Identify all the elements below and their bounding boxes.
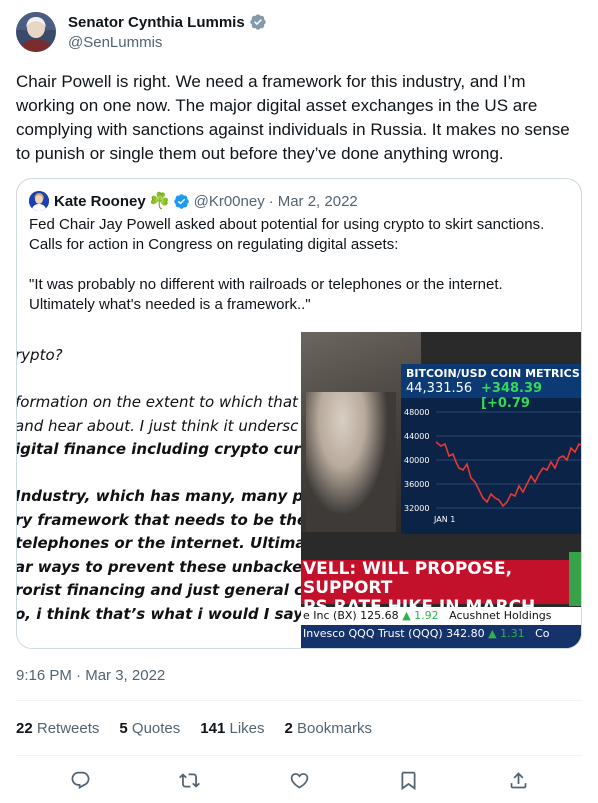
like-icon [290, 772, 308, 789]
transcript-line: rypto? [17, 346, 63, 364]
stock-ticker-top: e Inc (BX) 125.68 ▲ 1.92 Acushnet Holdin… [301, 607, 581, 625]
like-button[interactable] [281, 762, 317, 798]
bookmark-icon [401, 771, 416, 790]
quoted-tweet-card[interactable]: Kate Rooney ☘️ @Kr00ney · Mar 2, 2022 Fe… [16, 178, 582, 649]
quoted-text-paragraph: Fed Chair Jay Powell asked about potenti… [29, 216, 545, 253]
tweet-timestamp[interactable]: 9:16 PM · Mar 3, 2022 [16, 667, 165, 684]
action-bar [16, 762, 582, 798]
y-tick: 44000 [404, 432, 429, 441]
transcript-line: telephones or the internet. Ultimate [17, 534, 301, 552]
transcript-line: rorist financing and just general crim [17, 581, 301, 599]
quoted-display-name: Kate Rooney [54, 192, 146, 210]
transcript-line: ry framework that needs to be there. [17, 510, 301, 529]
bitcoin-chart-panel: BITCOIN/USD COIN METRICS 44,331.56 +348.… [401, 364, 581, 534]
chart-title: BITCOIN/USD COIN METRICS [406, 367, 580, 380]
y-tick: 48000 [404, 408, 429, 417]
quotes-stat[interactable]: 5 Quotes [119, 720, 180, 740]
quoted-handle: @Kr00ney [193, 192, 265, 210]
transcript-line: igital finance including crypto currenc [17, 440, 301, 458]
quoted-date: Mar 2, 2022 [277, 192, 358, 210]
reply-icon [71, 771, 89, 789]
price-line-chart: 48000 44000 40000 36000 32000 JAN 1 [404, 408, 581, 524]
engagement-stats: 22 Retweets 5 Quotes 141 Likes 2 Bookmar… [16, 720, 392, 740]
quoted-tweet-text: Fed Chair Jay Powell asked about potenti… [29, 215, 569, 315]
transcript-line: o, i think that’s what i would I say the [17, 604, 301, 623]
author-avatar[interactable] [16, 12, 56, 52]
stock-ticker-bottom: Invesco QQQ Trust (QQQ) 342.80 ▲ 1.31 Co [301, 625, 581, 648]
shamrock-emoji-icon: ☘️ [149, 193, 170, 210]
quoted-verified-badge-icon [173, 193, 190, 210]
retweet-icon [179, 772, 200, 788]
quoted-text-paragraph: "It was probably no different with railr… [29, 276, 503, 313]
transcript-line: Industry, which has many, many parts [17, 487, 301, 505]
transcript-line: formation on the extent to which that [17, 393, 298, 411]
transcript-text: rypto? formation on the extent to which … [17, 344, 301, 626]
y-tick: 36000 [404, 480, 429, 489]
transcript-image[interactable]: rypto? formation on the extent to which … [17, 332, 301, 648]
chart-price: 44,331.56 [406, 381, 473, 396]
retweets-stat[interactable]: 22 Retweets [16, 720, 99, 740]
separator-dot: · [268, 192, 274, 210]
speaker-figure [306, 392, 396, 532]
author-handle[interactable]: @SenLummis [68, 34, 267, 51]
share-icon [510, 771, 526, 788]
network-logo-box [569, 552, 581, 606]
quoted-author-avatar [29, 191, 49, 211]
bookmark-button[interactable] [391, 762, 427, 798]
share-button[interactable] [500, 762, 536, 798]
y-tick: 32000 [404, 504, 429, 513]
x-tick: JAN 1 [433, 515, 455, 524]
transcript-line: ar ways to prevent these unbacked cr [17, 557, 301, 576]
tweet-header: Senator Cynthia Lummis @SenLummis [16, 12, 582, 56]
bookmarks-stat[interactable]: 2 Bookmarks [285, 720, 373, 740]
y-tick: 40000 [404, 456, 429, 465]
divider [16, 700, 582, 701]
reply-button[interactable] [62, 762, 98, 798]
transcript-line: and hear about. I just think it undersc [17, 416, 299, 435]
retweet-button[interactable] [172, 762, 208, 798]
author-display-name[interactable]: Senator Cynthia Lummis [68, 14, 245, 31]
tv-screenshot-image[interactable]: BITCOIN/USD COIN METRICS 44,331.56 +348.… [301, 332, 581, 648]
divider [16, 755, 582, 756]
quoted-tweet-header: Kate Rooney ☘️ @Kr00ney · Mar 2, 2022 [29, 191, 358, 211]
verified-badge-icon[interactable] [249, 13, 267, 31]
likes-stat[interactable]: 141 Likes [200, 720, 264, 740]
tweet-text: Chair Powell is right. We need a framewo… [16, 72, 570, 163]
